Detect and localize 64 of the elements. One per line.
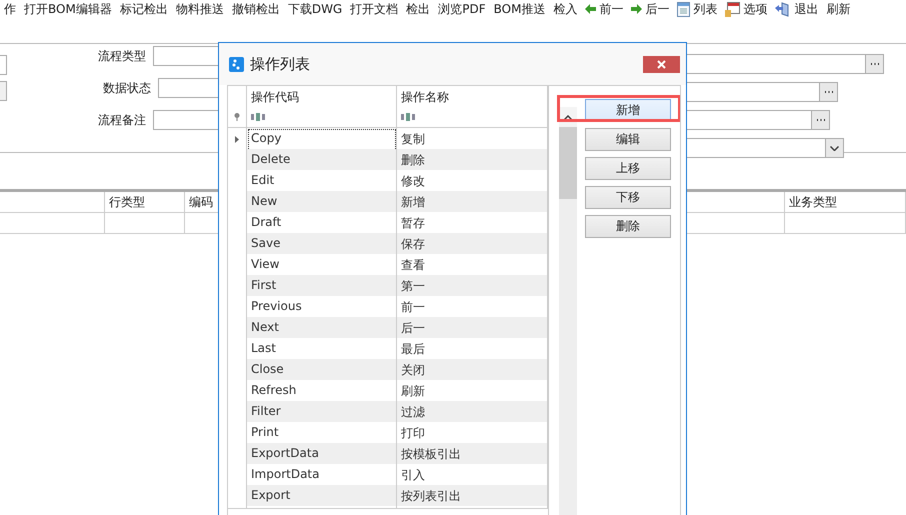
pin-icon: [234, 113, 240, 121]
table-row[interactable]: Refresh 刷新: [228, 380, 548, 401]
close-button[interactable]: [643, 56, 680, 72]
field-label: 数据状态: [102, 80, 151, 96]
toolbar-button[interactable]: 作: [0, 1, 20, 17]
toolbar-button[interactable]: 后一: [627, 1, 674, 17]
toolbar-button[interactable]: 打开文档: [346, 1, 402, 17]
field-label: 流程类型: [97, 48, 146, 64]
column-header[interactable]: 行类型: [105, 192, 185, 213]
table-row[interactable]: First 第一: [228, 275, 548, 296]
up-caret-icon: [564, 114, 572, 120]
toolbar-button[interactable]: 检出: [402, 1, 434, 17]
toolbar-button[interactable]: 退出: [771, 1, 822, 17]
left-arrow-icon: [585, 4, 596, 14]
scrollbar[interactable]: [559, 107, 577, 515]
table-row[interactable]: Close 关闭: [228, 359, 548, 380]
table-row[interactable]: Save 保存: [228, 233, 548, 254]
calendar-icon: [725, 2, 740, 16]
table-row[interactable]: Previous 前一: [228, 296, 548, 317]
action-button[interactable]: 下移: [585, 186, 671, 209]
table-row[interactable]: Next 后一: [228, 317, 548, 338]
input-field[interactable]: [0, 81, 7, 101]
text-filter-icon: [401, 113, 415, 121]
toolbar-button[interactable]: BOM推送: [490, 1, 550, 17]
column-header[interactable]: 业务类型: [785, 192, 906, 213]
app-icon: [229, 56, 244, 72]
toolbar-button[interactable]: 浏览PDF: [434, 1, 490, 17]
table-row[interactable]: Export 按列表引出: [228, 485, 548, 506]
field-label: 流程备注: [97, 112, 146, 128]
document-icon: [677, 2, 690, 16]
toolbar-button[interactable]: 标记检出: [116, 1, 172, 17]
right-arrow-icon: [631, 4, 642, 14]
table-row[interactable]: Print 打印: [228, 422, 548, 443]
toolbar-button[interactable]: 前一: [581, 1, 628, 17]
table-row[interactable]: Delete 删除: [228, 149, 548, 170]
input-field[interactable]: [0, 55, 7, 75]
toolbar-button[interactable]: 刷新: [822, 1, 854, 17]
toolbar-button[interactable]: 列表: [673, 1, 722, 17]
text-filter-icon: [251, 113, 265, 121]
close-icon: [657, 60, 666, 68]
toolbar-button[interactable]: 打开BOM编辑器: [20, 1, 116, 17]
dialog-title: 操作列表: [250, 54, 310, 74]
caret-icon: [830, 146, 839, 150]
action-button[interactable]: 编辑: [585, 128, 671, 151]
table-row[interactable]: Filter 过滤: [228, 401, 548, 422]
toolbar-button[interactable]: 检入: [549, 1, 582, 17]
table-cell: Export: [247, 485, 397, 509]
toolbar-button[interactable]: 撤销检出: [228, 1, 284, 17]
exit-icon: [775, 2, 792, 16]
table-row[interactable]: New 新增: [228, 191, 548, 212]
table-row[interactable]: View 查看: [228, 254, 548, 275]
table-row[interactable]: ExportData 按模板引出: [228, 443, 548, 464]
table-row[interactable]: ImportData 引入: [228, 464, 548, 485]
table-row[interactable]: Last 最后: [228, 338, 548, 359]
table-cell: 按列表引出: [397, 485, 548, 509]
toolbar-button[interactable]: 选项: [721, 1, 772, 17]
action-button[interactable]: 删除: [585, 215, 671, 238]
toolbar-button[interactable]: 下载DWG: [284, 1, 346, 17]
row-pointer-icon: [235, 136, 239, 143]
table-row[interactable]: Draft 暂存: [228, 212, 548, 233]
toolbar-button[interactable]: 物料推送: [172, 1, 228, 17]
action-button[interactable]: 上移: [585, 157, 671, 180]
scrollbar-thumb[interactable]: [559, 127, 577, 199]
table-row[interactable]: Edit 修改: [228, 170, 548, 191]
